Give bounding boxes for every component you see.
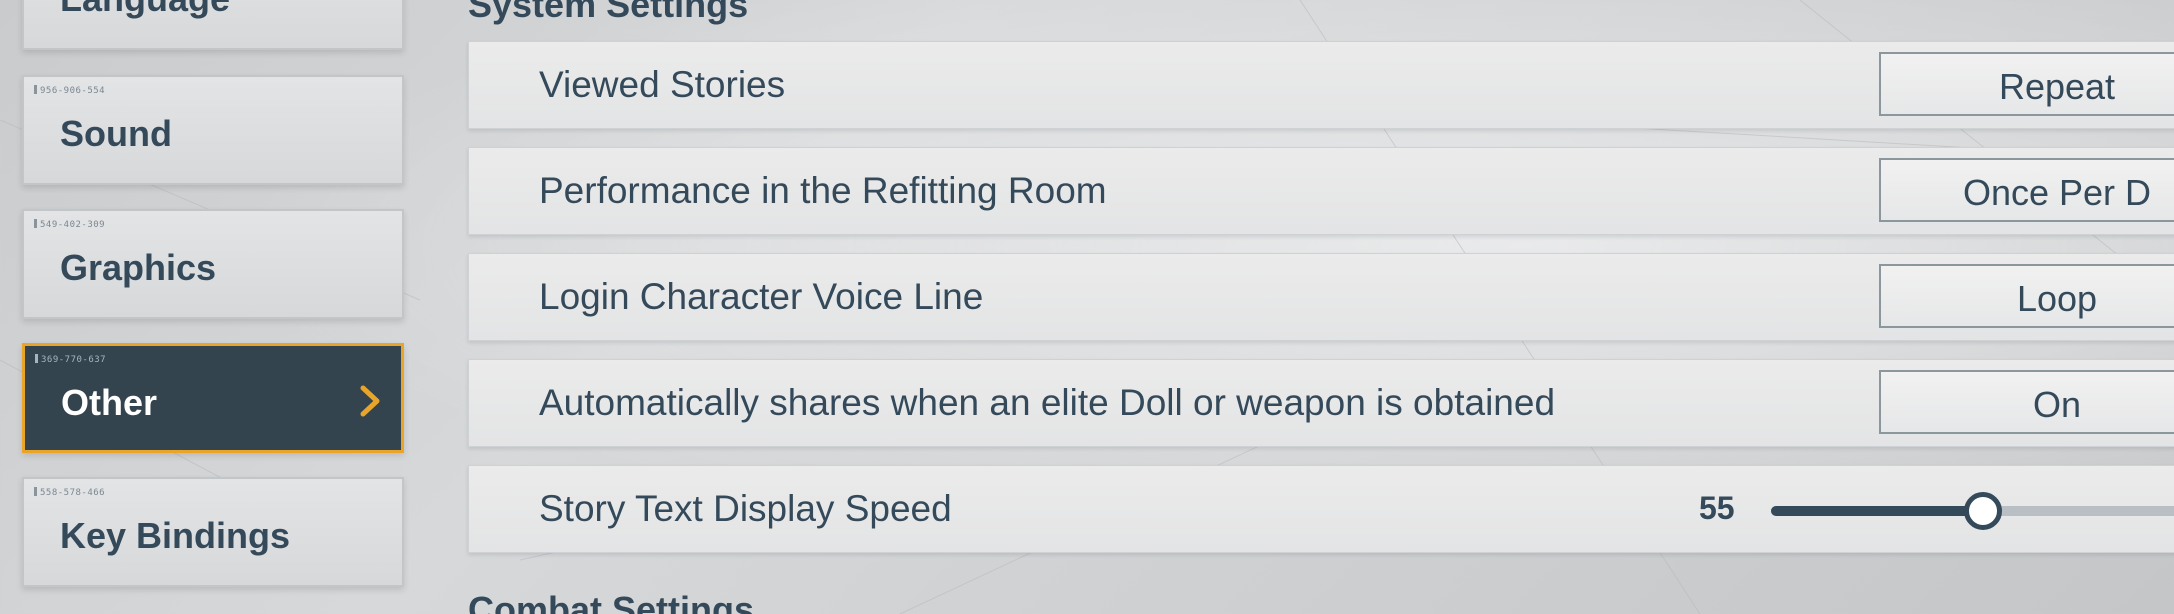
setting-row-auto-share: Automatically shares when an elite Doll …: [468, 359, 2174, 447]
text-speed-slider[interactable]: [1771, 492, 2174, 530]
auto-share-value-button[interactable]: On: [1879, 370, 2174, 434]
setting-value: Once Per D: [1962, 172, 2152, 213]
chevron-right-icon: [360, 385, 380, 417]
settings-sidebar: Language 956-906-554 Sound 549-402-309 G…: [0, 0, 420, 614]
sidebar-item-graphics[interactable]: 549-402-309 Graphics: [22, 209, 404, 319]
setting-value: On: [2032, 384, 2082, 425]
sidebar-item-language[interactable]: Language: [22, 0, 404, 50]
sidebar-item-other[interactable]: 369-770-637 Other: [22, 343, 404, 453]
sidebar-item-label: Key Bindings: [60, 515, 291, 556]
item-code: 956-906-554: [34, 85, 105, 96]
setting-value: Loop: [2016, 278, 2098, 319]
sidebar-item-label: Sound: [60, 113, 172, 154]
setting-row-text-speed: Story Text Display Speed 55: [468, 465, 2174, 553]
viewed-stories-value-button[interactable]: Repeat: [1879, 52, 2174, 116]
setting-label: Login Character Voice Line: [539, 276, 984, 317]
setting-row-login-voice: Login Character Voice Line Loop: [468, 253, 2174, 341]
login-voice-value-button[interactable]: Loop: [1879, 264, 2174, 328]
setting-label: Viewed Stories: [539, 64, 786, 105]
item-code: 369-770-637: [35, 354, 106, 365]
slider-thumb[interactable]: [1963, 492, 2002, 530]
item-code: 549-402-309: [34, 219, 105, 230]
slider-fill: [1771, 506, 1983, 516]
section-title-combat: Combat Settings: [468, 589, 755, 614]
section-title-system: System Settings: [468, 0, 749, 25]
slider-value: 55: [1699, 490, 1735, 526]
setting-label: Performance in the Refitting Room: [539, 170, 1107, 211]
setting-label: Automatically shares when an elite Doll …: [539, 382, 1556, 423]
setting-row-refitting-room: Performance in the Refitting Room Once P…: [468, 147, 2174, 235]
setting-label: Story Text Display Speed: [539, 488, 952, 529]
sidebar-item-label: Graphics: [60, 247, 217, 288]
setting-value: Repeat: [1998, 66, 2116, 107]
sidebar-item-key-bindings[interactable]: 558-578-466 Key Bindings: [22, 477, 404, 587]
refitting-room-value-button[interactable]: Once Per D: [1879, 158, 2174, 222]
item-code: 558-578-466: [34, 487, 105, 498]
sidebar-item-sound[interactable]: 956-906-554 Sound: [22, 75, 404, 185]
sidebar-item-label: Language: [60, 0, 230, 20]
setting-row-viewed-stories: Viewed Stories Repeat: [468, 41, 2174, 129]
sidebar-item-label: Other: [61, 382, 158, 423]
